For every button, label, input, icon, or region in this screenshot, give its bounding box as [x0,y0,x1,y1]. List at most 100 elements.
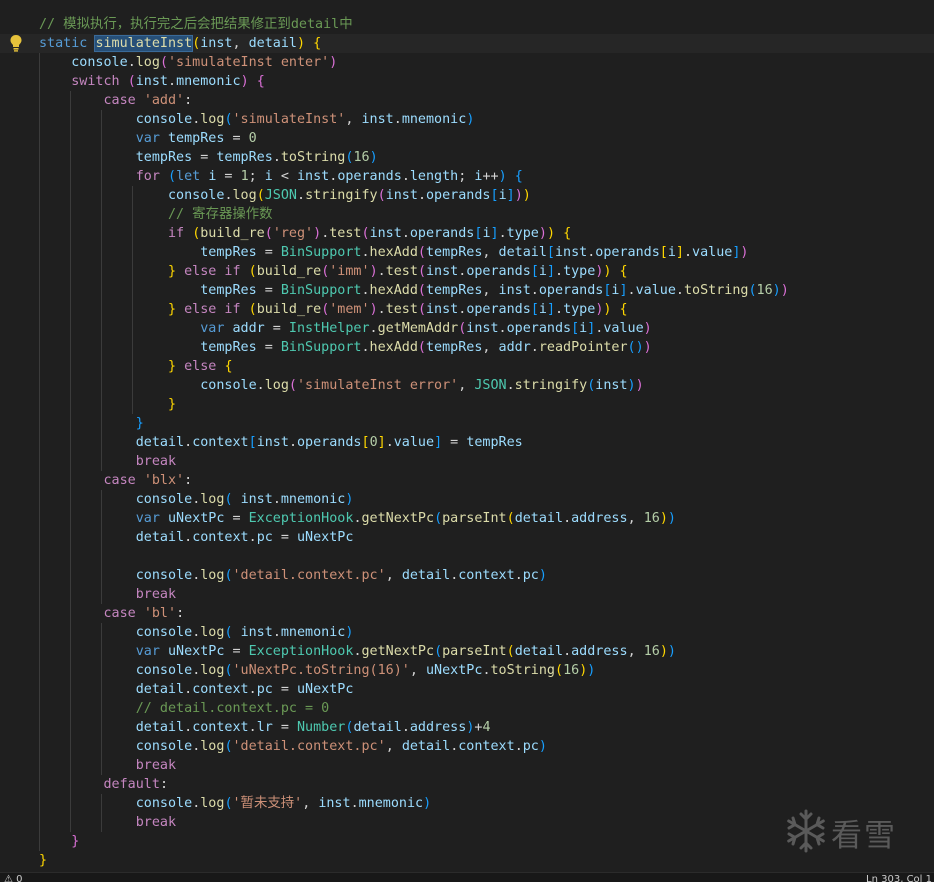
code-line[interactable]: var uNextPc = ExceptionHook.getNextPc(pa… [0,509,934,528]
code-line[interactable]: detail.context.pc = uNextPc [0,528,934,547]
code-token: [ [546,245,555,260]
code-token: . [288,435,297,450]
code-text: console.log( inst.mnemonic) [39,623,354,642]
code-line[interactable]: if (build_re('reg').test(inst.operands[i… [0,224,934,243]
code-token: context [192,530,249,545]
code-token: = [272,720,297,735]
code-line[interactable]: } else if (build_re('mem').test(inst.ope… [0,300,934,319]
code-token: inst [369,226,402,241]
code-token: value [635,283,676,298]
code-line[interactable]: tempRes = BinSupport.hexAdd(tempRes, det… [0,243,934,262]
code-line[interactable]: switch (inst.mnemonic) { [0,72,934,91]
code-token: . [401,720,410,735]
code-token: ( [248,264,257,279]
code-line[interactable]: } [0,414,934,433]
code-line[interactable]: console.log(JSON.stringify(inst.operands… [0,186,934,205]
code-token: operands [506,321,572,336]
code-token: tempRes [216,150,273,165]
code-line[interactable]: var uNextPc = ExceptionHook.getNextPc(pa… [0,642,934,661]
code-line[interactable]: detail.context.pc = uNextPc [0,680,934,699]
code-token: } [39,853,48,868]
code-line[interactable]: console.log( inst.mnemonic) [0,490,934,509]
code-token: log [200,112,225,127]
code-line[interactable]: detail.context[inst.operands[0].value] =… [0,433,934,452]
code-line[interactable]: } else if (build_re('imm').test(inst.ope… [0,262,934,281]
code-line[interactable]: tempRes = BinSupport.hexAdd(tempRes, ins… [0,281,934,300]
code-token: . [563,644,572,659]
code-line[interactable] [0,547,934,566]
code-line[interactable]: tempRes = tempRes.toString(16) [0,148,934,167]
code-line[interactable]: default: [0,775,934,794]
code-line[interactable]: console.log( inst.mnemonic) [0,623,934,642]
code-token: ( [224,796,233,811]
code-line[interactable]: tempRes = BinSupport.hexAdd(tempRes, add… [0,338,934,357]
code-token: type [506,226,539,241]
code-token: inst [595,378,628,393]
code-token: inst [297,169,330,184]
code-line[interactable]: console.log('detail.context.pc', detail.… [0,737,934,756]
code-token: , [627,644,644,659]
code-token: i [667,245,676,260]
code-line[interactable]: for (let i = 1; i < inst.operands.length… [0,167,934,186]
code-token: : [184,473,193,488]
code-token: , [345,112,362,127]
code-token: readPointer [538,340,628,355]
code-line[interactable]: console.log('simulateInst enter') [0,53,934,72]
code-line[interactable]: console.log('simulateInst error', JSON.s… [0,376,934,395]
code-line[interactable]: break [0,452,934,471]
code-line[interactable]: console.log('uNextPc.toString(16)', uNex… [0,661,934,680]
code-token: JSON [474,378,507,393]
code-token: ] [506,188,515,203]
code-token: = [224,644,249,659]
code-token: . [297,188,306,203]
code-line[interactable]: case 'blx': [0,471,934,490]
code-line[interactable]: var tempRes = 0 [0,129,934,148]
code-token: [ [248,435,257,450]
code-token: detail [39,682,185,697]
code-token: . [385,435,394,450]
lightbulb-icon[interactable] [9,34,23,52]
code-line[interactable]: // detail.context.pc = 0 [0,699,934,718]
code-token: hexAdd [369,283,418,298]
code-token: else if [184,264,249,279]
code-text: break [39,585,176,604]
code-line[interactable]: detail.context.lr = Number(detail.addres… [0,718,934,737]
code-token: ( [434,511,443,526]
code-line[interactable]: console.log('simulateInst', inst.mnemoni… [0,110,934,129]
code-token: . [377,264,386,279]
code-token: uNextPc [168,511,225,526]
code-editor[interactable]: // 模拟执行，执行完之后会把结果修正到detail中 static simula… [0,0,934,872]
code-token: case [39,93,144,108]
code-token: 'blx' [143,473,185,488]
code-line[interactable]: break [0,585,934,604]
code-token: console [39,378,257,393]
code-token: 'simulateInst error' [296,378,459,393]
code-token: [ [490,188,499,203]
code-token: ] [546,302,555,317]
code-token: ) [538,739,547,754]
code-text: for (let i = 1; i < inst.operands.length… [39,167,523,186]
code-line[interactable]: case 'add': [0,91,934,110]
code-text: // 模拟执行，执行完之后会把结果修正到detail中 [39,15,353,34]
code-text: console.log( inst.mnemonic) [39,490,354,509]
code-token: stringify [514,378,588,393]
code-line[interactable]: // 模拟执行，执行完之后会把结果修正到detail中 [0,15,934,34]
code-line[interactable]: } else { [0,357,934,376]
code-token: ) [546,226,555,241]
code-text: detail.context[inst.operands[0].value] =… [39,433,523,452]
code-text: } [39,832,79,851]
code-line[interactable]: } [0,395,934,414]
code-text: // 寄存器操作数 [39,205,273,224]
code-line[interactable]: var addr = InstHelper.getMemAddr(inst.op… [0,319,934,338]
code-token: inst [554,245,588,260]
code-line[interactable]: static simulateInst(inst, detail) { [0,34,934,53]
code-token: ( [417,302,426,317]
code-line[interactable]: case 'bl': [0,604,934,623]
code-token: inst [361,112,394,127]
code-token: , [409,663,426,678]
code-line[interactable]: console.log('detail.context.pc', detail.… [0,566,934,585]
code-line[interactable]: break [0,756,934,775]
code-token: ] [490,226,499,241]
code-line[interactable]: // 寄存器操作数 [0,205,934,224]
